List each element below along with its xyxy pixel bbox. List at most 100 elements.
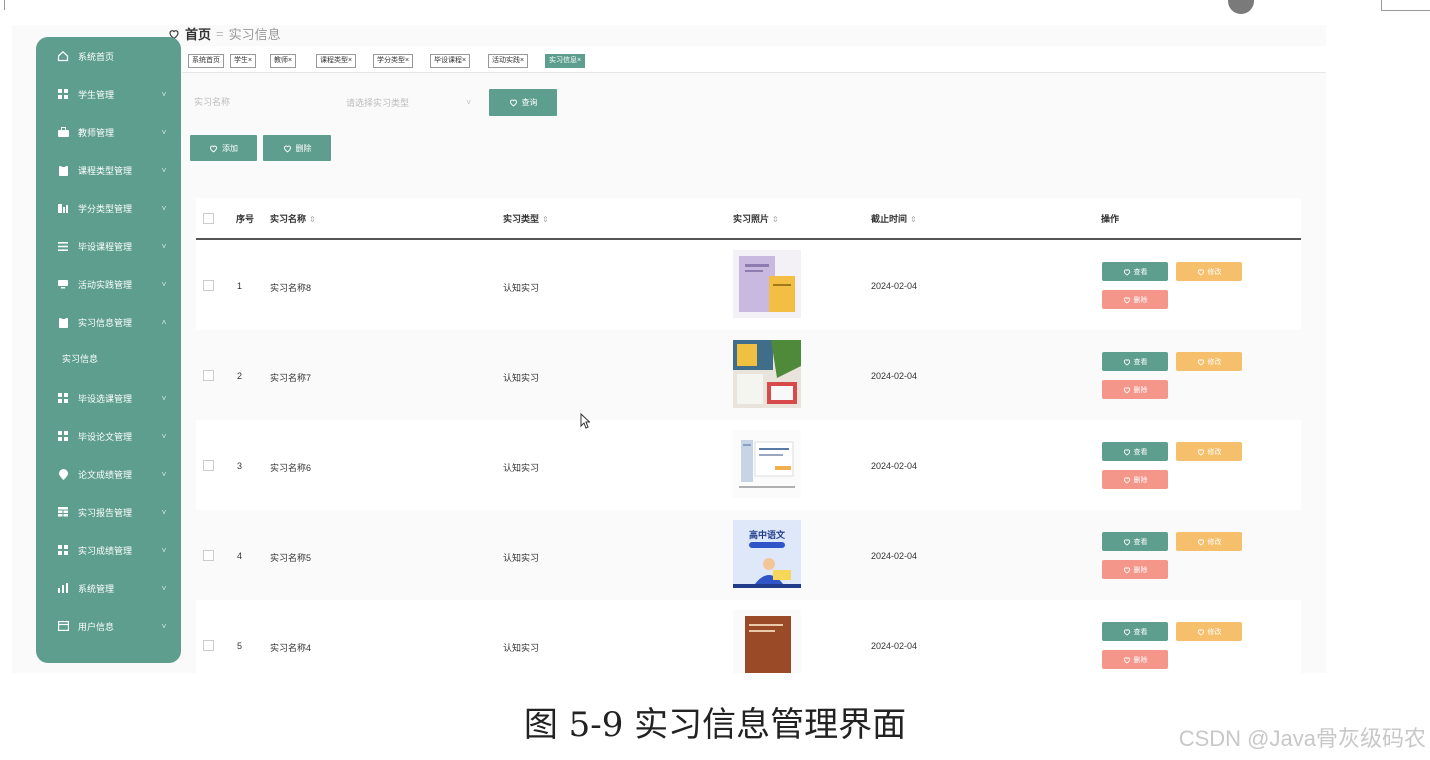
- edit-button[interactable]: 修改: [1176, 262, 1242, 281]
- book-title: 高中语文: [749, 529, 786, 541]
- row-type: 认知实习: [503, 553, 540, 563]
- row-checkbox[interactable]: [203, 370, 214, 381]
- add-button[interactable]: 添加: [190, 135, 257, 161]
- location-icon: [57, 468, 69, 480]
- chevron-down-icon: ˅: [161, 89, 167, 99]
- sidebar-item-internship-reports[interactable]: 实习报告管理 ˅: [36, 493, 181, 531]
- row-deadline: 2024-02-04: [871, 371, 918, 381]
- delete-button[interactable]: 删除: [1102, 560, 1168, 579]
- view-button[interactable]: 查看: [1102, 532, 1168, 551]
- sidebar-item-label: 实习报告管理: [78, 507, 133, 518]
- sidebar-item-system-management[interactable]: 系统管理 ˅: [36, 569, 181, 607]
- sidebar-item-teachers[interactable]: 教师管理 ˅: [36, 113, 181, 151]
- sidebar-item-label: 课程类型管理: [78, 165, 133, 176]
- grid-icon: [57, 88, 69, 100]
- view-button[interactable]: 查看: [1102, 262, 1168, 281]
- sidebar-item-label: 实习信息管理: [78, 317, 133, 328]
- sidebar-item-label: 实习成绩管理: [78, 545, 133, 556]
- sidebar-item-label: 学生管理: [78, 89, 115, 100]
- header-deadline[interactable]: 截止时间 ⇕: [871, 212, 917, 225]
- edit-button[interactable]: 修改: [1176, 532, 1242, 551]
- row-index: 2: [237, 371, 243, 381]
- edit-button[interactable]: 修改: [1176, 352, 1242, 371]
- breadcrumb-current: 实习信息: [228, 27, 281, 42]
- internship-photo[interactable]: [733, 610, 801, 673]
- internship-photo[interactable]: 高中语文: [733, 520, 801, 588]
- page-corner-right: [1381, 0, 1430, 11]
- sort-icon[interactable]: ⇕: [542, 215, 549, 224]
- heart-icon: [1123, 538, 1130, 546]
- sidebar-item-graduation-courses[interactable]: 毕设课程管理 ˅: [36, 227, 181, 265]
- tag-teachers[interactable]: 教师×: [270, 54, 297, 68]
- tag-course-types[interactable]: 课程类型×: [316, 54, 357, 68]
- avatar[interactable]: [1228, 0, 1254, 14]
- sort-icon[interactable]: ⇕: [910, 215, 917, 224]
- breadcrumb: 首页 = 实习信息: [168, 24, 281, 43]
- tag-internship-info[interactable]: 实习信息×: [545, 54, 586, 68]
- internship-name-search-input[interactable]: [186, 88, 328, 116]
- row-type: 认知实习: [503, 373, 540, 383]
- row-name: 实习名称6: [270, 463, 312, 473]
- sidebar-item-students[interactable]: 学生管理 ˅: [36, 75, 181, 113]
- row-checkbox[interactable]: [203, 280, 214, 291]
- internship-type-select-placeholder: 请选择实习类型: [346, 97, 410, 108]
- sidebar-item-activities[interactable]: 活动实践管理 ˅: [36, 265, 181, 303]
- header-photo[interactable]: 实习照片 ⇕: [733, 212, 779, 225]
- sort-icon[interactable]: ⇕: [772, 215, 779, 224]
- sidebar-item-label: 毕设课程管理: [78, 241, 133, 252]
- sort-icon[interactable]: ⇕: [309, 215, 316, 224]
- sidebar-item-internship-grades[interactable]: 实习成绩管理 ˅: [36, 531, 181, 569]
- internship-type-select[interactable]: 请选择实习类型 ˅: [336, 88, 481, 116]
- table-row: 5 实习名称4 认知实习 2024-02-04 查看 修改 删除: [196, 600, 1301, 673]
- sidebar-item-thesis-grades[interactable]: 论文成绩管理 ˅: [36, 455, 181, 493]
- edit-button[interactable]: 修改: [1176, 622, 1242, 641]
- sidebar-item-credit-types[interactable]: 学分类型管理 ˅: [36, 189, 181, 227]
- delete-button[interactable]: 删除: [1102, 290, 1168, 309]
- table-icon: [57, 506, 69, 518]
- sidebar-subitem-label: 实习信息: [62, 353, 99, 364]
- heart-icon: [1197, 268, 1204, 276]
- view-button[interactable]: 查看: [1102, 442, 1168, 461]
- tag-students[interactable]: 学生×: [230, 54, 257, 68]
- delete-button[interactable]: 删除: [1102, 470, 1168, 489]
- sidebar-item-label: 用户信息: [78, 621, 115, 632]
- sidebar-item-system-home[interactable]: 系统首页: [36, 37, 181, 75]
- view-button-label: 查看: [1133, 628, 1148, 636]
- breadcrumb-home[interactable]: 首页: [185, 24, 211, 43]
- sidebar-item-thesis[interactable]: 毕设论文管理 ˅: [36, 417, 181, 455]
- query-button[interactable]: 查询: [489, 89, 557, 116]
- tag-credit-types[interactable]: 学分类型×: [373, 54, 414, 68]
- view-button[interactable]: 查看: [1102, 622, 1168, 641]
- view-button[interactable]: 查看: [1102, 352, 1168, 371]
- sidebar-item-user-info[interactable]: 用户信息 ˅: [36, 607, 181, 645]
- header-type[interactable]: 实习类型 ⇕: [503, 212, 549, 225]
- batch-delete-button[interactable]: 删除: [263, 135, 331, 161]
- table-row: 2 实习名称7 认知实习 2024-02-04 查看 修改 删除: [196, 330, 1301, 421]
- chevron-down-icon: ˅: [466, 97, 471, 107]
- chevron-down-icon: ˅: [161, 469, 167, 479]
- delete-button[interactable]: 删除: [1102, 650, 1168, 669]
- table-row: 1 实习名称8 认知实习 2024-02-04 查看 修改 删除: [196, 240, 1301, 331]
- header-name[interactable]: 实习名称 ⇕: [270, 212, 316, 225]
- row-checkbox[interactable]: [203, 550, 214, 561]
- edit-button[interactable]: 修改: [1176, 442, 1242, 461]
- tag-system-home[interactable]: 系统首页: [188, 54, 224, 68]
- internship-photo[interactable]: [733, 250, 801, 318]
- select-all-checkbox[interactable]: [203, 213, 214, 224]
- heart-icon: [1123, 476, 1130, 484]
- sidebar-item-course-selection[interactable]: 毕设选课管理 ˅: [36, 379, 181, 417]
- internship-photo[interactable]: [733, 340, 801, 408]
- row-checkbox[interactable]: [203, 460, 214, 471]
- sidebar-item-course-types[interactable]: 课程类型管理 ˅: [36, 151, 181, 189]
- sidebar-item-internship-info-management[interactable]: 实习信息管理 ˄: [36, 303, 181, 341]
- header-operations: 操作: [1101, 214, 1120, 224]
- row-name: 实习名称7: [270, 373, 312, 383]
- sidebar-subitem-internship-info[interactable]: 实习信息: [36, 343, 181, 373]
- internship-photo[interactable]: [733, 430, 801, 498]
- tag-activities[interactable]: 活动实践×: [488, 54, 529, 68]
- heart-icon: [1123, 386, 1130, 394]
- tag-graduation-courses[interactable]: 毕设课程×: [430, 54, 471, 68]
- tag-bar: 系统首页 学生× 教师× 课程类型× 学分类型× 毕设课程× 活动实践× 实习信…: [182, 46, 1326, 73]
- row-checkbox[interactable]: [203, 640, 214, 651]
- delete-button[interactable]: 删除: [1102, 380, 1168, 399]
